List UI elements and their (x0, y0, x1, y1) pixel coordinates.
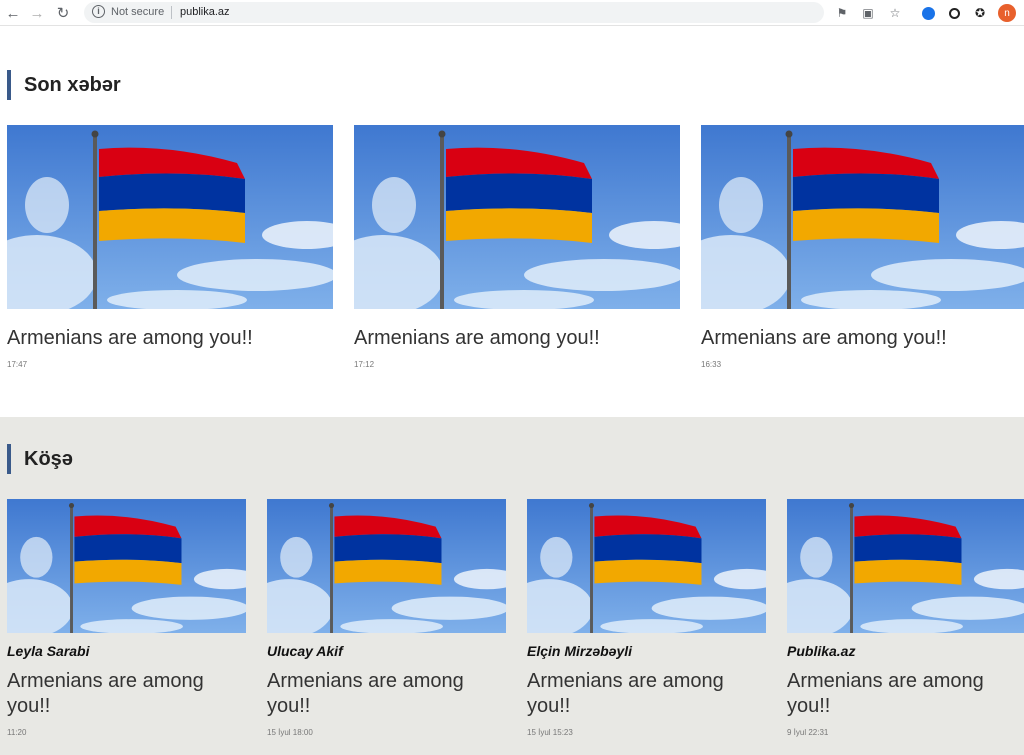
extension-blue-icon[interactable] (920, 5, 936, 21)
news-card[interactable]: Armenians are among you!! 17:12 (354, 125, 680, 375)
news-image[interactable] (354, 125, 680, 309)
column-card[interactable]: Elçin Mirzəbəyli Armenians are among you!… (527, 499, 766, 749)
news-card[interactable]: Armenians are among you!! 17:47 (7, 125, 333, 375)
column-card[interactable]: Publika.az Armenians are among you!! 9 İyu… (787, 499, 1024, 749)
column-author[interactable]: Publika.az (787, 643, 855, 659)
column-card[interactable]: Ulucay Akif Armenians are among you!! 15 İ… (267, 499, 506, 749)
chat-icon[interactable] (946, 5, 962, 21)
column-image[interactable] (7, 499, 246, 633)
browser-toolbar: ← → ↻ i Not secure publika.az ⚑ ▣ ☆ ✪ n (0, 0, 1024, 26)
column-time: 15 İyul 18:00 (267, 728, 313, 737)
back-icon[interactable]: ← (3, 3, 23, 23)
news-card[interactable]: Armenians are among you!! 16:33 (701, 125, 1024, 375)
news-time: 17:47 (7, 360, 28, 369)
column-title[interactable]: Armenians are among you!! (267, 669, 499, 719)
translate-icon[interactable]: ⚑ (834, 5, 850, 21)
address-bar[interactable]: i Not secure publika.az (84, 2, 824, 23)
forward-icon[interactable]: → (27, 3, 47, 23)
star-icon[interactable]: ☆ (887, 5, 903, 21)
news-time: 16:33 (701, 360, 722, 369)
column-author[interactable]: Ulucay Akif (267, 643, 343, 659)
page-translate-icon[interactable]: ▣ (860, 5, 876, 21)
column-image[interactable] (267, 499, 506, 633)
column-card[interactable]: Leyla Sarabi Armenians are among you!! 11:… (7, 499, 246, 749)
profile-avatar[interactable]: n (998, 4, 1016, 22)
news-image[interactable] (7, 125, 333, 309)
news-title[interactable]: Armenians are among you!! (354, 326, 600, 351)
news-title[interactable]: Armenians are among you!! (7, 326, 253, 351)
column-author[interactable]: Elçin Mirzəbəyli (527, 643, 632, 659)
column-title[interactable]: Armenians are among you!! (787, 669, 1019, 719)
puzzle-icon[interactable]: ✪ (972, 5, 988, 21)
columns-heading: Köşə (7, 444, 73, 474)
latest-heading: Son xəbər (7, 70, 121, 100)
column-time: 11:20 (7, 728, 27, 737)
column-image[interactable] (527, 499, 766, 633)
news-title[interactable]: Armenians are among you!! (701, 326, 947, 351)
column-title[interactable]: Armenians are among you!! (527, 669, 759, 719)
column-author[interactable]: Leyla Sarabi (7, 643, 90, 659)
reload-icon[interactable]: ↻ (53, 3, 73, 23)
info-icon[interactable]: i (92, 5, 105, 18)
news-image[interactable] (701, 125, 1024, 309)
column-image[interactable] (787, 499, 1024, 633)
omnibox-divider (171, 6, 172, 19)
column-time: 15 İyul 15:23 (527, 728, 573, 737)
url-text[interactable]: publika.az (180, 6, 230, 18)
column-time: 9 İyul 22:31 (787, 728, 829, 737)
security-label: Not secure (111, 6, 165, 18)
column-title[interactable]: Armenians are among you!! (7, 669, 239, 719)
news-time: 17:12 (354, 360, 375, 369)
